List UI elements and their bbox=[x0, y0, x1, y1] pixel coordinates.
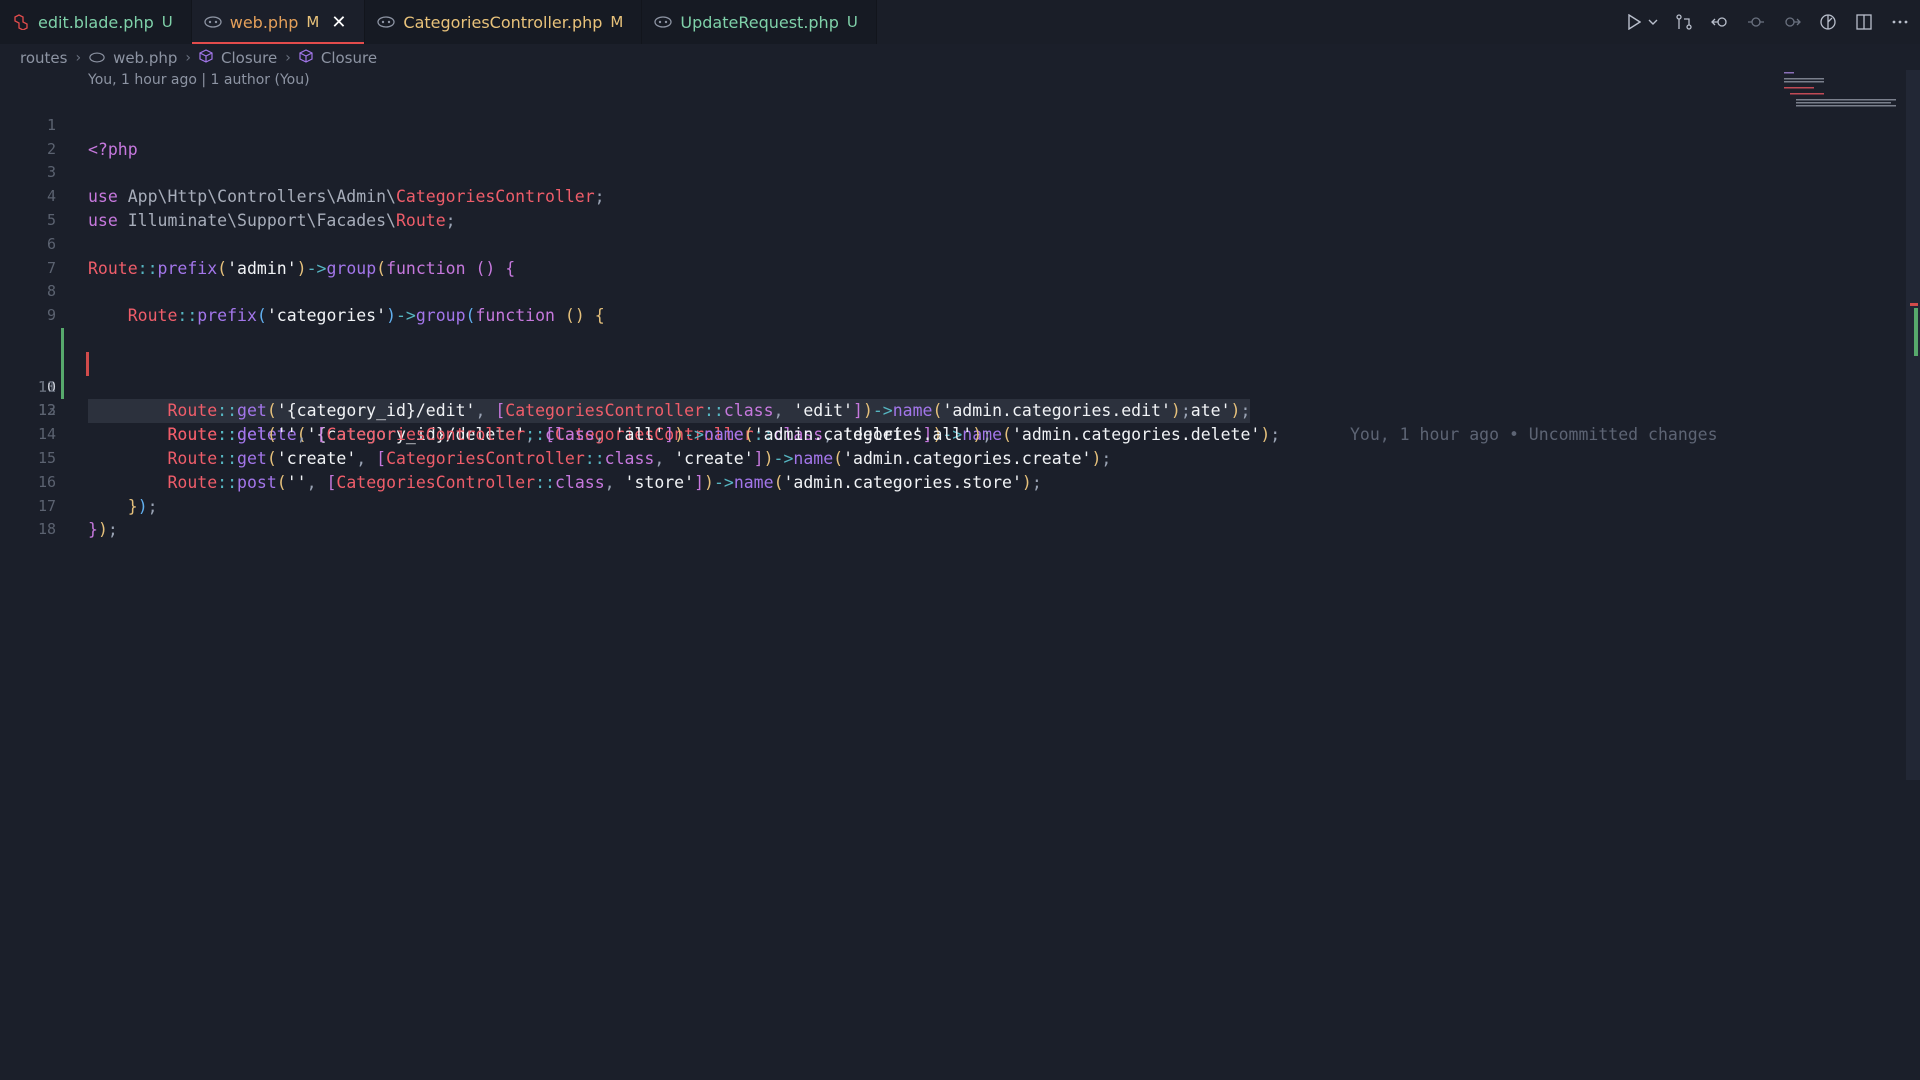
source-control-icon[interactable] bbox=[1674, 12, 1694, 32]
php-icon bbox=[377, 13, 396, 31]
chevron-right-icon: › bbox=[185, 50, 192, 66]
code-line: 12 Route::delete('{category_id}/delete',… bbox=[0, 352, 1900, 444]
code-line: 6 Route::prefix('admin')->group(function… bbox=[0, 209, 1900, 278]
circle-icon[interactable] bbox=[1746, 12, 1766, 32]
code-editor[interactable]: 1 <?php 2 3 use App\Http\Controllers\Adm… bbox=[0, 90, 1900, 540]
code-line: 5 bbox=[0, 185, 1900, 229]
run-icon[interactable] bbox=[1624, 12, 1644, 32]
close-icon[interactable]: ✕ bbox=[331, 12, 346, 33]
code-line: 8 Route::prefix('categories')->group(fun… bbox=[0, 257, 1900, 325]
code-line: 18 bbox=[0, 495, 1900, 538]
cube-icon bbox=[199, 49, 213, 67]
editor-actions bbox=[1624, 0, 1910, 44]
laravel-icon bbox=[12, 13, 30, 31]
code-line: 16 }); bbox=[0, 447, 1900, 516]
scroll-marker-added bbox=[1914, 308, 1918, 356]
code-line-current: 10 Route::put('{category_id}/update', [C… bbox=[0, 304, 1900, 444]
code-line: 7 bbox=[0, 233, 1900, 277]
tab-label: UpdateRequest.php bbox=[680, 12, 839, 32]
tab-web-php[interactable]: web.php M ✕ bbox=[191, 0, 366, 44]
breadcrumb-symbol[interactable]: Closure bbox=[221, 49, 277, 67]
tab-label: CategoriesController.php bbox=[403, 12, 603, 32]
chevron-down-icon[interactable] bbox=[1648, 12, 1658, 32]
line-number: 18 bbox=[37, 520, 56, 539]
code-line: 1 <?php bbox=[0, 90, 1900, 159]
tab-label: web.php bbox=[229, 12, 299, 32]
modified-badge: M bbox=[306, 13, 320, 31]
php-icon bbox=[654, 13, 673, 31]
chevron-right-icon: › bbox=[75, 50, 82, 66]
cube-icon bbox=[299, 49, 313, 67]
code-line: 15 Route::post('', [CategoriesController… bbox=[0, 423, 1900, 492]
minimap[interactable] bbox=[1784, 70, 1904, 110]
tab-categories-controller[interactable]: CategoriesController.php M bbox=[365, 0, 643, 44]
code-line: 17 }); bbox=[0, 471, 1900, 540]
chevron-right-icon: › bbox=[285, 50, 291, 66]
split-editor-icon[interactable] bbox=[1854, 12, 1874, 32]
git-blame-header[interactable]: You, 1 hour ago | 1 author (You) bbox=[88, 72, 310, 88]
code-line: 4 use Illuminate\Support\Facades\Route; bbox=[0, 161, 1900, 230]
timeline-icon[interactable] bbox=[1818, 12, 1838, 32]
code-line: 11 Route::get('{category_id}/edit', [Cat… bbox=[0, 328, 1900, 424]
breadcrumb-file[interactable]: web.php bbox=[113, 49, 177, 67]
tab-label: edit.blade.php bbox=[38, 12, 154, 32]
untracked-badge: U bbox=[846, 13, 858, 31]
go-forward-icon[interactable] bbox=[1782, 12, 1802, 32]
breadcrumb-folder[interactable]: routes bbox=[20, 49, 67, 67]
php-icon bbox=[204, 13, 222, 31]
code-line: 14 Route::get('create', [CategoriesContr… bbox=[0, 399, 1900, 468]
code-line: 13 Route::get('', [CategoriesController:… bbox=[0, 376, 1900, 444]
tab-update-request[interactable]: UpdateRequest.php U bbox=[642, 0, 877, 44]
untracked-badge: U bbox=[161, 13, 173, 31]
breadcrumb: routes › web.php › Closure › Closure bbox=[20, 47, 377, 69]
code-line: 2 bbox=[0, 114, 1900, 158]
tab-edit-blade[interactable]: edit.blade.php U bbox=[0, 0, 192, 44]
vertical-scrollbar[interactable] bbox=[1906, 70, 1920, 780]
code-line: 9 bbox=[0, 280, 1900, 324]
php-icon bbox=[89, 49, 105, 67]
modified-badge: M bbox=[610, 13, 624, 31]
code-line: 3 use App\Http\Controllers\Admin\Categor… bbox=[0, 138, 1900, 206]
go-back-icon[interactable] bbox=[1710, 12, 1730, 32]
breadcrumb-symbol[interactable]: Closure bbox=[321, 49, 377, 67]
scroll-marker-cursor bbox=[1910, 303, 1918, 306]
more-icon[interactable] bbox=[1890, 12, 1910, 32]
